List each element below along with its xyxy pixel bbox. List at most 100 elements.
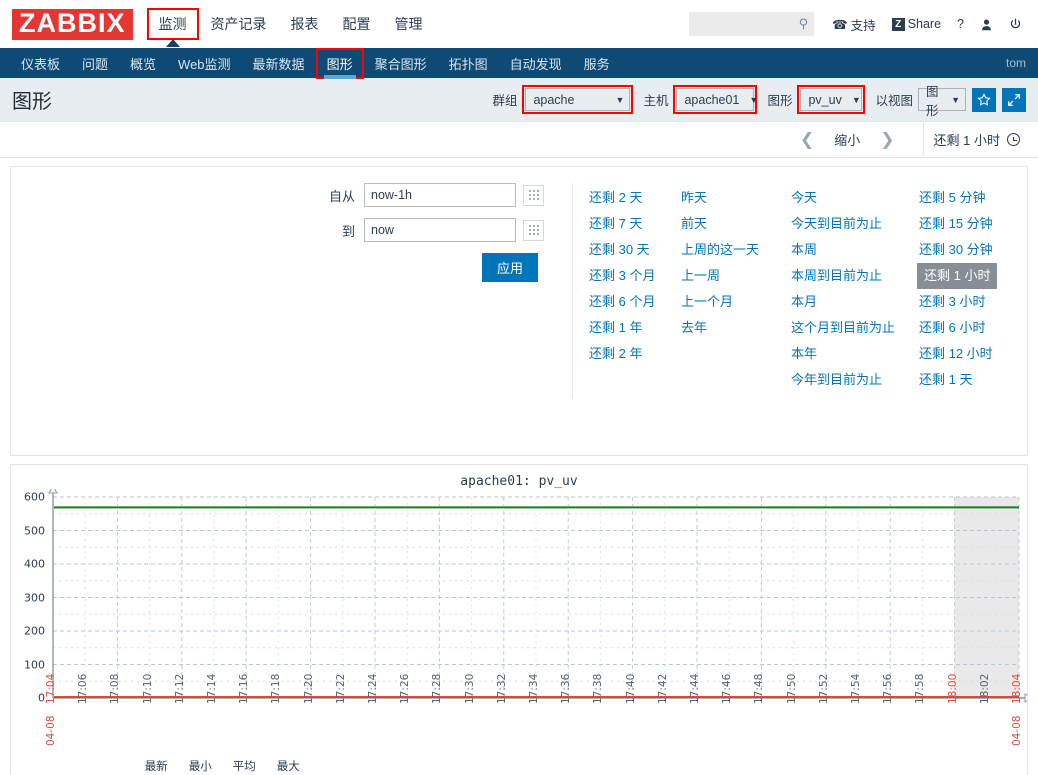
favorite-button[interactable] (972, 87, 996, 112)
quick-range-tfcol4-0[interactable]: 还剩 5 分钟 (917, 185, 1027, 211)
page-header: 图形 群组 apache ▼ 主机 apache01 ▼ 图形 pv_uv ▼ 以视图 图形 ▼ (0, 78, 1038, 122)
from-input[interactable] (364, 183, 516, 207)
filter-select-3[interactable]: 图形 ▼ (918, 85, 966, 118)
to-calendar-icon[interactable] (523, 219, 544, 241)
quick-range-tfcol3-0[interactable]: 今天 (789, 185, 917, 211)
subnav-item-6[interactable]: 聚合图形 (364, 48, 438, 79)
quick-range-tfcol3-3[interactable]: 本周到目前为止 (789, 263, 917, 289)
search-icon[interactable]: ⚲ (799, 16, 809, 32)
quick-range-tfcol3-1[interactable]: 今天到目前为止 (789, 211, 917, 237)
legend-header-0: 最新 (144, 759, 168, 773)
x-axis-tick-11: 17:26 (399, 673, 412, 704)
star-icon (977, 92, 991, 106)
filter-select-value: 图形 (926, 84, 939, 118)
x-axis-tick-5: 17:14 (206, 673, 218, 704)
subnav-item-4[interactable]: 最新数据 (242, 48, 316, 79)
quick-range-tfcol4-5[interactable]: 还剩 6 小时 (917, 315, 1027, 341)
quick-range-tfcol1-6[interactable]: 还剩 2 年 (587, 341, 679, 367)
quick-range-tfcol3-2[interactable]: 本周 (789, 237, 917, 263)
mainnav-item-4[interactable]: 管理 (383, 8, 435, 40)
main-navigation: 监测 资产记录 报表 配置 管理 (146, 8, 435, 47)
quick-range-tfcol3-4[interactable]: 本月 (789, 289, 917, 315)
quick-range-tfcol3-7[interactable]: 今年到目前为止 (789, 367, 917, 393)
quick-range-tfcol4-4[interactable]: 还剩 3 小时 (917, 289, 1027, 315)
fullscreen-button[interactable] (1002, 87, 1026, 112)
subnav-item-5[interactable]: 图形 (315, 47, 364, 79)
graph-panel: apache01: pv_uv 0 100 200 300 400 500 600 17:0… (10, 464, 1028, 775)
x-axis-tick-23: 17:50 (785, 673, 798, 704)
header-actions: ⚲ ☎ 支持 Z Share ? (689, 11, 1028, 38)
to-input[interactable] (364, 218, 516, 242)
quick-range-tfcol2-2[interactable]: 上周的这一天 (679, 237, 789, 263)
x-axis-tick-1: 17:06 (77, 673, 90, 704)
apply-button[interactable]: 应用 (481, 253, 538, 282)
time-prev-button[interactable]: ❮ (786, 128, 828, 152)
expand-icon (1008, 93, 1020, 106)
mainnav-item-2[interactable]: 报表 (279, 8, 331, 40)
quick-range-tfcol2-3[interactable]: 上一周 (679, 263, 789, 289)
x-axis-tick-18: 17:40 (624, 673, 637, 704)
filter-select-0[interactable]: apache ▼ (525, 88, 631, 111)
x-axis-tick-0: 17:04 (45, 673, 57, 704)
time-range-tab[interactable]: 还剩 1 小时 (922, 123, 1030, 156)
subnav-item-1[interactable]: 问题 (71, 48, 119, 79)
filter-highlight-2: pv_uv ▼ (797, 85, 866, 114)
quick-range-tfcol4-1[interactable]: 还剩 15 分钟 (917, 211, 1027, 237)
quick-range-tfcol1-0[interactable]: 还剩 2 天 (587, 185, 679, 211)
filter-label-0: 群组 (492, 94, 518, 108)
quick-range-tfcol4-3[interactable]: 还剩 1 小时 (917, 263, 998, 289)
quick-range-tfcol1-4[interactable]: 还剩 6 个月 (587, 289, 679, 315)
apply-row: 应用 (21, 253, 572, 282)
signout-button[interactable] (1003, 14, 1028, 35)
quick-range-tfcol2-0[interactable]: 昨天 (679, 185, 789, 211)
chevron-down-icon: ▼ (951, 94, 960, 105)
filter-select-value: apache01 (684, 92, 740, 107)
zabbix-logo[interactable]: ZABBIX (12, 8, 133, 40)
subnav-item-8[interactable]: 自动发现 (499, 48, 573, 79)
filter-select-value: apache (533, 92, 575, 107)
subnav-item-2[interactable]: 概览 (119, 48, 167, 79)
mainnav-item-0[interactable]: 监测 (146, 8, 199, 47)
quick-range-tfcol1-2[interactable]: 还剩 30 天 (587, 237, 679, 263)
quick-range-tfcol4-7[interactable]: 还剩 1 天 (917, 367, 1027, 393)
subnav-item-3[interactable]: Web监测 (167, 48, 242, 79)
x-axis-tick-17: 17:38 (592, 673, 605, 704)
mainnav-item-1[interactable]: 资产记录 (199, 8, 279, 40)
quick-range-tfcol3-6[interactable]: 本年 (789, 341, 917, 367)
x-axis-tick-3: 17:10 (141, 673, 154, 704)
help-link[interactable]: ? (951, 13, 970, 35)
x-axis-tick-2: 17:08 (109, 673, 122, 704)
quick-range-tfcol2-1[interactable]: 前天 (679, 211, 789, 237)
chart-plot-area[interactable]: 0 100 200 300 400 500 600 17:04 04-08 17:06 17:08… (11, 489, 1027, 775)
search-input[interactable] (695, 16, 799, 32)
chevron-down-icon: ▼ (749, 94, 759, 105)
share-link[interactable]: Z Share (886, 13, 947, 35)
mainnav-item-label: 管理 (394, 16, 423, 32)
x-axis-tick-9: 17:22 (334, 673, 347, 704)
chevron-down-icon: ▼ (851, 94, 861, 105)
quick-range-tfcol4-6[interactable]: 还剩 12 小时 (917, 341, 1027, 367)
quick-range-tfcol4-2[interactable]: 还剩 30 分钟 (917, 237, 1027, 263)
filter-highlight-1: apache01 ▼ (673, 85, 758, 114)
subnav-item-0[interactable]: 仪表板 (10, 48, 71, 79)
quick-range-tfcol2-5[interactable]: 去年 (679, 315, 789, 341)
quick-range-tfcol1-3[interactable]: 还剩 3 个月 (587, 263, 679, 289)
quick-range-tfcol1-5[interactable]: 还剩 1 年 (587, 315, 679, 341)
global-search[interactable]: ⚲ (689, 12, 815, 36)
subnav-item-7[interactable]: 拓扑图 (438, 48, 499, 79)
from-calendar-icon[interactable] (523, 184, 544, 206)
user-profile-button[interactable] (974, 14, 999, 35)
x-axis-tick-30: 18:04 (1011, 673, 1023, 704)
zoom-out-button[interactable]: 缩小 (828, 130, 866, 149)
support-link[interactable]: ☎ 支持 (826, 11, 882, 38)
quick-range-tfcol3-5[interactable]: 这个月到目前为止 (789, 315, 917, 341)
mainnav-item-3[interactable]: 配置 (331, 8, 383, 40)
x-axis-tick-29: 18:02 (978, 673, 991, 704)
time-next-button[interactable]: ❯ (866, 128, 908, 152)
filter-select-2[interactable]: pv_uv ▼ (800, 88, 863, 111)
filter-select-1[interactable]: apache01 ▼ (676, 88, 758, 111)
quick-range-tfcol1-1[interactable]: 还剩 7 天 (587, 211, 679, 237)
quick-range-tfcol2-4[interactable]: 上一个月 (679, 289, 789, 315)
y-axis-tick-5: 500 (24, 524, 45, 537)
subnav-item-9[interactable]: 服务 (573, 48, 621, 79)
